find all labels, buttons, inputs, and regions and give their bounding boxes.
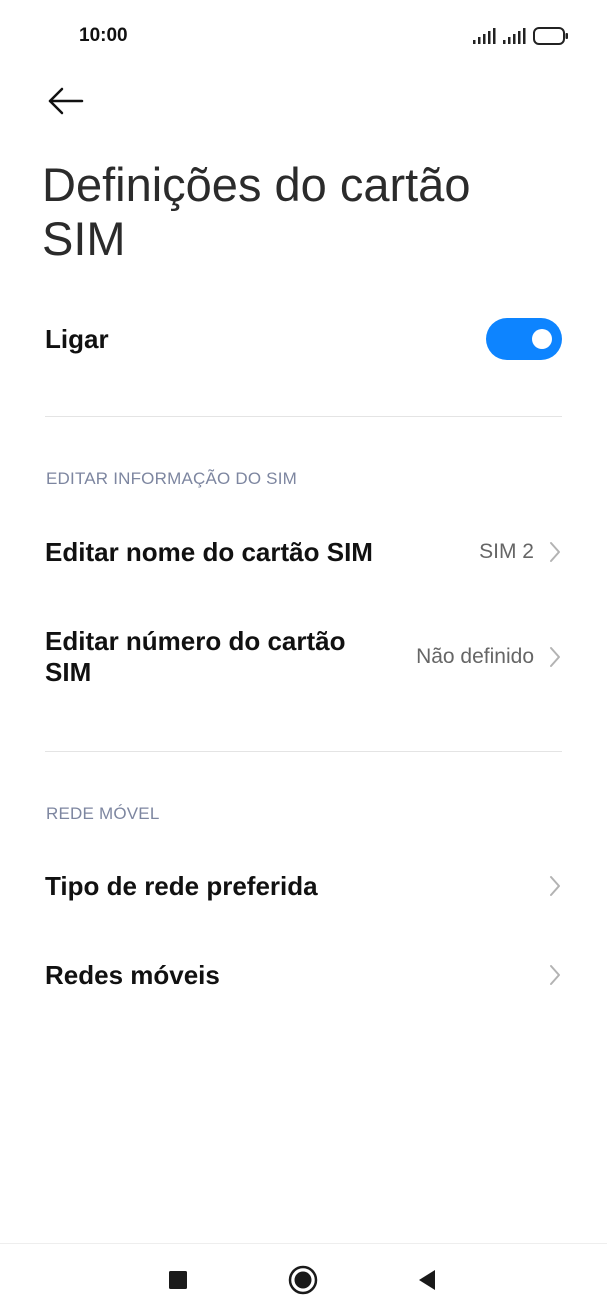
chevron-right-icon xyxy=(550,542,560,562)
power-toggle[interactable] xyxy=(486,318,562,360)
chevron-right-icon xyxy=(550,876,560,896)
section-header-edit-sim: EDITAR INFORMAÇÃO DO SIM xyxy=(46,469,297,488)
home-circle-icon xyxy=(288,1265,318,1295)
edit-sim-name-right: SIM 2 xyxy=(479,540,562,564)
recents-button[interactable] xyxy=(148,1244,208,1316)
mobile-networks-row[interactable]: Redes móveis xyxy=(45,949,562,1001)
edit-sim-number-row[interactable]: Editar número do cartão SIM Não definido xyxy=(45,624,562,690)
status-time: 10:00 xyxy=(79,25,128,46)
edit-sim-name-row[interactable]: Editar nome do cartão SIM SIM 2 xyxy=(45,526,562,578)
power-label: Ligar xyxy=(45,323,109,354)
edit-sim-number-right: Não definido xyxy=(416,645,562,669)
sim-number-value: Não definido xyxy=(416,645,534,668)
edit-sim-name-label: Editar nome do cartão SIM xyxy=(45,536,373,567)
back-triangle-icon xyxy=(419,1270,435,1290)
edit-sim-number-label: Editar número do cartão SIM xyxy=(45,626,346,687)
recents-square-icon xyxy=(169,1271,187,1289)
chevron-right-icon xyxy=(550,965,560,985)
chevron-right-icon xyxy=(550,647,560,667)
battery-icon xyxy=(533,27,568,45)
sim-name-value: SIM 2 xyxy=(479,540,534,563)
preferred-network-type-row[interactable]: Tipo de rede preferida xyxy=(45,860,562,912)
navigation-bar xyxy=(0,1243,607,1316)
status-icons xyxy=(473,25,569,47)
back-button[interactable] xyxy=(44,84,88,118)
divider xyxy=(45,416,562,417)
signal-icon xyxy=(503,28,526,44)
mobile-networks-label: Redes móveis xyxy=(45,959,220,990)
toggle-knob xyxy=(532,329,552,349)
signal-icon xyxy=(473,28,496,44)
section-header-mobile-network: REDE MÓVEL xyxy=(46,804,160,823)
page-title: Definições do cartão SIM xyxy=(42,158,471,265)
preferred-network-type-label: Tipo de rede preferida xyxy=(45,870,318,901)
power-row[interactable]: Ligar xyxy=(45,313,562,365)
arrow-left-icon xyxy=(48,87,84,115)
divider xyxy=(45,751,562,752)
nav-back-button[interactable] xyxy=(397,1244,457,1316)
status-bar: 10:00 xyxy=(0,0,607,72)
home-button[interactable] xyxy=(273,1244,333,1316)
